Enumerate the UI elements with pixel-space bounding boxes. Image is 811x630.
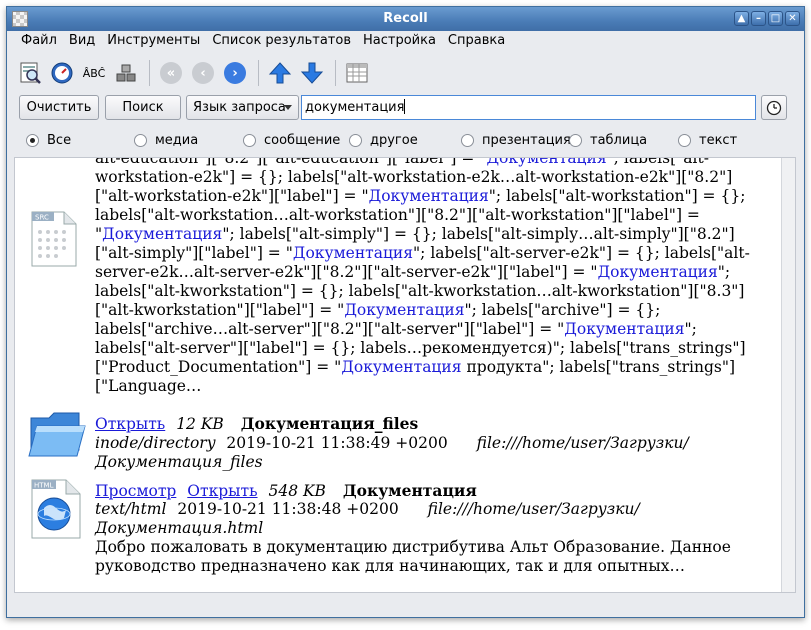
arrow-down-icon[interactable] bbox=[297, 58, 327, 88]
radio-dot bbox=[461, 134, 474, 147]
filter-presentation[interactable]: презентация bbox=[461, 133, 571, 148]
previous-page-icon[interactable]: ‹ bbox=[188, 58, 218, 88]
preview-link[interactable]: Просмотр bbox=[95, 482, 176, 500]
maximize-button[interactable]: □ bbox=[768, 11, 783, 26]
file-name: Документация_files bbox=[95, 453, 263, 471]
result-abstract: Добро пожаловать в документацию дистрибу… bbox=[95, 538, 731, 556]
result-list[interactable]: SRC alt-education"]["8.2"]["alt-educatio… bbox=[14, 157, 796, 593]
result1-line: ["Language… bbox=[95, 377, 202, 395]
first-page-icon[interactable]: « bbox=[156, 58, 186, 88]
search-row: Очистить Поиск Язык запроса документация bbox=[7, 95, 804, 123]
mime-type: text/html bbox=[95, 500, 167, 518]
filter-media[interactable]: медиа bbox=[134, 133, 198, 148]
menu-tools[interactable]: Инструменты bbox=[101, 31, 206, 51]
title-bar: Recoll ▲ – □ ✕ bbox=[7, 7, 804, 31]
result1-line: server-e2k…alt-server-e2k"]["8.2"]["alt-… bbox=[95, 263, 731, 281]
result-title: Документация bbox=[342, 481, 477, 500]
status-bar bbox=[7, 597, 804, 617]
search-button[interactable]: Поиск bbox=[105, 95, 181, 120]
result3-meta: text/html 2019-10-21 11:38:48 +0200 file… bbox=[95, 500, 640, 519]
file-name: Документация.html bbox=[95, 519, 264, 537]
result-title: Документация_files bbox=[240, 414, 419, 433]
speedometer-icon[interactable] bbox=[47, 58, 77, 88]
open-link[interactable]: Открыть bbox=[187, 482, 257, 500]
next-page-icon[interactable]: › bbox=[220, 58, 250, 88]
radio-dot bbox=[134, 134, 147, 147]
table-view-icon[interactable] bbox=[342, 58, 372, 88]
window-title: Recoll bbox=[383, 11, 428, 26]
result2-header: Открыть 12 KB Документация_files bbox=[95, 414, 418, 434]
source-file-icon: SRC bbox=[30, 210, 78, 268]
filter-other[interactable]: другое bbox=[349, 133, 418, 148]
result1-line: ["alt-kworkstation"]["label"] = "Докумен… bbox=[95, 301, 661, 319]
chevron-down-icon bbox=[284, 105, 292, 110]
close-button[interactable]: ✕ bbox=[785, 11, 800, 26]
file-url: file:///home/user/Загрузки/ bbox=[476, 434, 689, 452]
query-language-label: Язык запроса bbox=[193, 100, 286, 115]
shade-button[interactable]: ▲ bbox=[734, 11, 749, 26]
filter-spreadsheet[interactable]: таблица bbox=[569, 133, 647, 148]
preview-icon[interactable] bbox=[15, 58, 45, 88]
clock-icon bbox=[766, 100, 782, 116]
menu-results[interactable]: Список результатов bbox=[206, 31, 357, 51]
menu-help[interactable]: Справка bbox=[442, 31, 511, 51]
result1-line: labels["alt-workstation…alt-workstation"… bbox=[95, 206, 700, 224]
toolbar-separator bbox=[335, 60, 336, 86]
arrow-up-icon[interactable] bbox=[265, 58, 295, 88]
result1-line: labels["alt-server"]["label"] = {}; labe… bbox=[95, 339, 746, 357]
history-button[interactable] bbox=[761, 95, 787, 120]
file-url: file:///home/user/Загрузки/ bbox=[427, 500, 640, 518]
folder-icon bbox=[27, 404, 87, 460]
filter-message[interactable]: сообщение bbox=[243, 133, 340, 148]
result3-header: Просмотр Открыть 548 KB Документация bbox=[95, 481, 477, 501]
result1-line: workstation-e2k"] = {}; labels["alt-work… bbox=[95, 168, 733, 186]
menu-settings[interactable]: Настройка bbox=[357, 31, 442, 51]
result1-line: ["Product_Documentation"] = "Документаци… bbox=[95, 358, 736, 376]
file-size: 12 KB bbox=[176, 415, 224, 433]
src-badge: SRC bbox=[35, 214, 49, 222]
toolbar-separator bbox=[149, 60, 150, 86]
index-icon[interactable] bbox=[111, 58, 141, 88]
clear-button[interactable]: Очистить bbox=[19, 95, 99, 120]
radio-dot bbox=[349, 134, 362, 147]
filter-all[interactable]: Все bbox=[26, 133, 71, 148]
window-controls: ▲ – □ ✕ bbox=[734, 11, 800, 26]
radio-dot bbox=[569, 134, 582, 147]
toolbar-separator bbox=[258, 60, 259, 86]
category-filters: Все медиа сообщение другое презентация т… bbox=[7, 133, 804, 153]
html-badge: HTML bbox=[34, 482, 54, 490]
result1-line: labels["archive…alt-server"]["8.2"]["alt… bbox=[95, 320, 697, 338]
result-abstract: руководство предназначено как для начина… bbox=[95, 557, 685, 575]
result1-line: alt-education"]["8.2"]["alt-education"][… bbox=[95, 157, 709, 167]
file-size: 548 KB bbox=[268, 482, 326, 500]
modified-date: 2019-10-21 11:38:49 +0200 bbox=[226, 434, 448, 452]
vertical-scrollbar[interactable] bbox=[781, 158, 795, 592]
html-file-icon: HTML bbox=[30, 478, 82, 540]
result1-line: "Документация"; labels["alt-simply"] = {… bbox=[95, 225, 735, 243]
result2-meta: inode/directory 2019-10-21 11:38:49 +020… bbox=[95, 434, 689, 453]
radio-dot bbox=[243, 134, 256, 147]
menu-bar: Файл Вид Инструменты Список результатов … bbox=[7, 31, 804, 51]
modified-date: 2019-10-21 11:38:48 +0200 bbox=[177, 500, 399, 518]
radio-dot bbox=[678, 134, 691, 147]
result1-line: ["alt-simply"]["label"] = "Документация"… bbox=[95, 244, 750, 262]
recoll-window: Recoll ▲ – □ ✕ Файл Вид Инструменты Спис… bbox=[6, 6, 805, 618]
filter-text[interactable]: текст bbox=[678, 133, 737, 148]
mime-type: inode/directory bbox=[95, 434, 216, 452]
menu-file[interactable]: Файл bbox=[15, 31, 63, 51]
toolbar: ÂBĈ « ‹ › bbox=[7, 53, 804, 93]
menu-view[interactable]: Вид bbox=[63, 31, 101, 51]
spell-icon[interactable]: ÂBĈ bbox=[79, 58, 109, 88]
result1-line: labels["alt-kworkstation"] = {}; labels[… bbox=[95, 282, 745, 300]
search-input[interactable]: документация bbox=[301, 95, 756, 120]
minimize-button[interactable]: – bbox=[751, 11, 766, 26]
open-link[interactable]: Открыть bbox=[95, 415, 165, 433]
search-input-value: документация bbox=[305, 100, 405, 115]
spell-icon-label: ÂBĈ bbox=[82, 66, 106, 80]
result1-line: ["alt-workstation-e2k"]["label"] = "Доку… bbox=[95, 187, 746, 205]
radio-dot bbox=[26, 134, 39, 147]
query-language-select[interactable]: Язык запроса bbox=[186, 95, 299, 120]
